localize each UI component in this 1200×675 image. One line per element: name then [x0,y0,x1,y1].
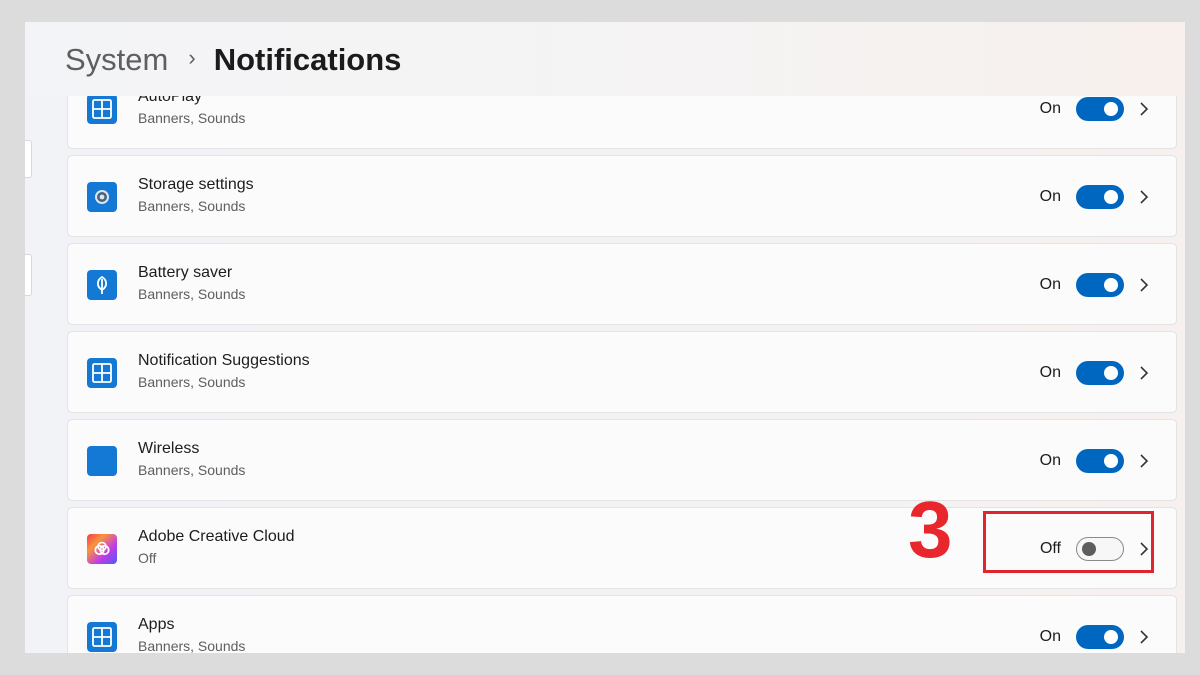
notification-toggle[interactable] [1076,449,1124,473]
app-subtitle: Banners, Sounds [138,462,246,478]
step-annotation-number: 3 [908,485,953,574]
chevron-right-icon[interactable] [1134,450,1154,472]
notification-toggle[interactable] [1076,273,1124,297]
app-row-wireless[interactable]: Wireless Banners, Sounds On [67,419,1177,501]
storage-gear-icon [87,182,117,212]
toggle-state-label: On [1039,188,1061,205]
page-title: Notifications [213,42,402,77]
app-name: Storage settings [138,176,254,193]
app-name: Battery saver [138,264,233,281]
chevron-right-icon[interactable] [1134,626,1154,648]
app-name: Apps [138,616,175,633]
notification-toggle[interactable] [1076,625,1124,649]
chevron-right-icon[interactable] [1134,98,1154,120]
app-subtitle: Banners, Sounds [138,286,246,302]
toggle-state-label: On [1039,452,1061,469]
adobe-creative-cloud-icon [87,534,117,564]
app-row-apps[interactable]: Apps Banners, Sounds On [67,595,1177,653]
tiles-icon [87,358,117,388]
toggle-state-label: On [1039,100,1061,117]
blue-square-icon [87,446,117,476]
app-name: Notification Suggestions [138,352,310,369]
breadcrumb: System › Notifications [65,40,401,80]
toggle-state-label: On [1039,364,1061,381]
app-row-battery-saver[interactable]: Battery saver Banners, Sounds On [67,243,1177,325]
breadcrumb-separator: › [188,45,196,70]
app-subtitle: Banners, Sounds [138,198,246,214]
tiles-icon [87,622,117,652]
notification-toggle[interactable] [1076,361,1124,385]
app-subtitle: Off [138,550,157,566]
leaf-icon [87,270,117,300]
app-name: Adobe Creative Cloud [138,528,295,545]
annotation-highlight-box [983,511,1154,573]
tiles-icon [87,94,117,124]
app-subtitle: Banners, Sounds [138,110,246,126]
notification-toggle[interactable] [1076,185,1124,209]
app-row-notification-suggestions[interactable]: Notification Suggestions Banners, Sounds… [67,331,1177,413]
app-subtitle: Banners, Sounds [138,638,246,653]
page-header: System › Notifications [25,22,1185,96]
app-row-storage-settings[interactable]: Storage settings Banners, Sounds On [67,155,1177,237]
app-name: Wireless [138,440,200,457]
chevron-right-icon[interactable] [1134,186,1154,208]
notification-toggle[interactable] [1076,97,1124,121]
app-subtitle: Banners, Sounds [138,374,246,390]
toggle-state-label: On [1039,276,1061,293]
breadcrumb-parent[interactable]: System [65,40,168,80]
chevron-right-icon[interactable] [1134,362,1154,384]
chevron-right-icon[interactable] [1134,274,1154,296]
toggle-state-label: On [1039,628,1061,645]
